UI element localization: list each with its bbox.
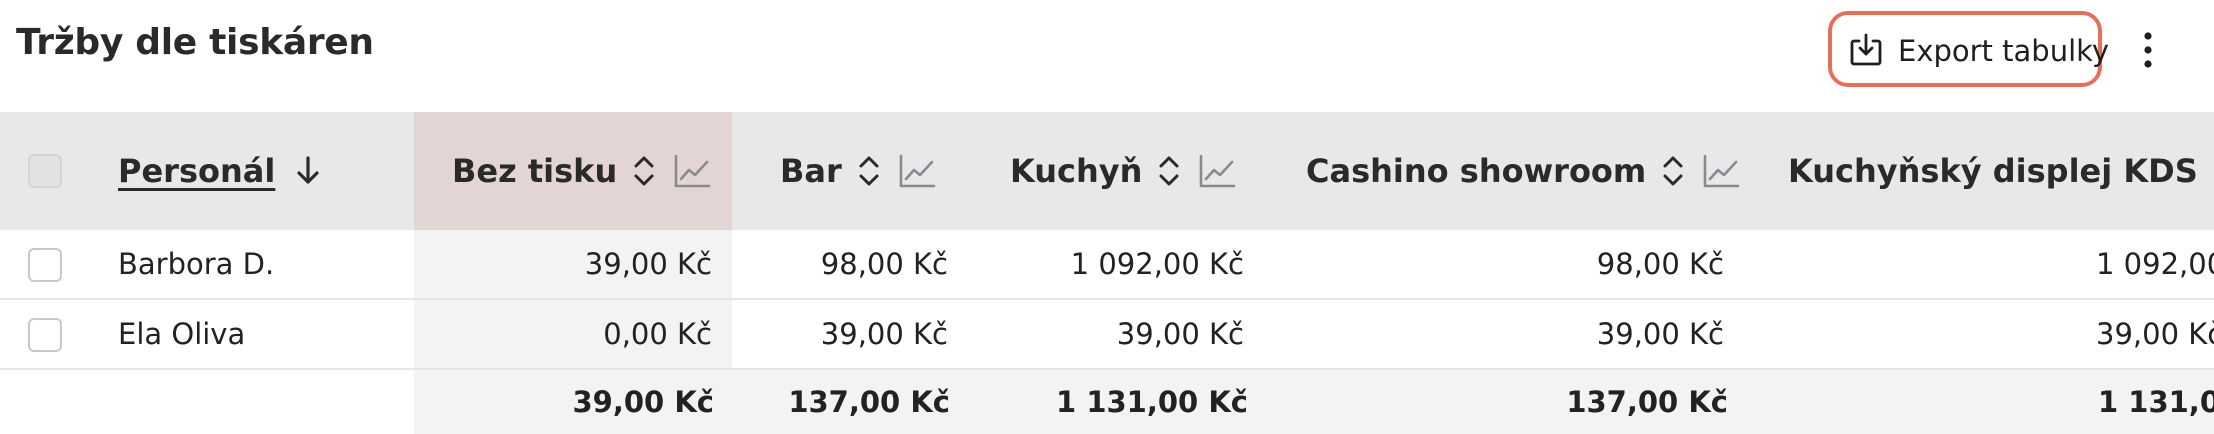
row-checkbox[interactable] — [28, 318, 62, 352]
cell-cashino-showroom: 98,00 Kč — [1596, 247, 1724, 281]
column-header-kds[interactable]: Kuchyňský displej KDS — [1788, 112, 2214, 230]
page-header: Tržby dle tiskáren Export tabulky — [0, 0, 2214, 112]
cell-bez-tisku: 39,00 Kč — [584, 247, 712, 281]
cell-personal: Barbora D. — [118, 247, 275, 281]
table-row[interactable]: Barbora D. 39,00 Kč 98,00 Kč 1 092,00 Kč… — [0, 230, 2214, 300]
column-label: Personál — [118, 152, 276, 190]
sort-up-down-icon — [1159, 156, 1179, 186]
total-kuchyn: 1 131,00 Kč — [1056, 385, 1248, 419]
sort-up-down-icon — [1663, 156, 1683, 186]
column-label: Cashino showroom — [1306, 152, 1647, 190]
cell-personal: Ela Oliva — [118, 317, 246, 351]
cell-kuchyn: 39,00 Kč — [1116, 317, 1244, 351]
cell-bez-tisku: 0,00 Kč — [603, 317, 712, 351]
download-tray-icon — [1850, 33, 1882, 66]
cell-kds: 39,00 Kč — [2096, 317, 2214, 351]
export-table-label: Export tabulky — [1898, 34, 2110, 68]
total-kds: 1 131,00 Kč — [2098, 385, 2214, 419]
column-label: Kuchyňský displej KDS — [1788, 152, 2198, 190]
line-chart-icon[interactable] — [673, 153, 711, 189]
vertical-dots-icon[interactable] — [2130, 24, 2166, 76]
table-header: Personál Bez tisku Bar Kuchyň Cashino sh… — [0, 112, 2214, 230]
sort-up-down-icon — [859, 156, 879, 186]
page-title: Tržby dle tiskáren — [16, 22, 374, 63]
column-header-bar[interactable]: Bar — [780, 112, 936, 230]
sort-up-down-icon — [634, 156, 654, 186]
cell-bar: 98,00 Kč — [820, 247, 948, 281]
column-header-cashino-showroom[interactable]: Cashino showroom — [1306, 112, 1740, 230]
column-header-kuchyn[interactable]: Kuchyň — [1010, 112, 1236, 230]
table-row[interactable]: Ela Oliva 0,00 Kč 39,00 Kč 39,00 Kč 39,0… — [0, 300, 2214, 370]
cell-bar: 39,00 Kč — [820, 317, 948, 351]
column-label: Bar — [780, 152, 842, 190]
column-header-personal[interactable]: Personál — [118, 112, 323, 230]
line-chart-icon[interactable] — [898, 153, 936, 189]
cell-kuchyn: 1 092,00 Kč — [1070, 247, 1244, 281]
cell-kds: 1 092,00 Kč — [2096, 247, 2214, 281]
table-totals-row: 39,00 Kč 137,00 Kč 1 131,00 Kč 137,00 Kč… — [0, 370, 2214, 434]
column-label: Kuchyň — [1010, 152, 1143, 190]
total-cashino-showroom: 137,00 Kč — [1566, 385, 1728, 419]
select-all-checkbox[interactable] — [28, 154, 62, 188]
total-bar: 137,00 Kč — [788, 385, 950, 419]
cell-cashino-showroom: 39,00 Kč — [1596, 317, 1724, 351]
column-label: Bez tisku — [452, 152, 618, 190]
total-bez-tisku: 39,00 Kč — [572, 385, 715, 419]
arrow-down-icon — [297, 156, 319, 184]
column-header-bez-tisku[interactable]: Bez tisku — [452, 112, 711, 230]
row-checkbox[interactable] — [28, 248, 62, 282]
line-chart-icon[interactable] — [1702, 153, 1740, 189]
line-chart-icon[interactable] — [1198, 153, 1236, 189]
export-table-button[interactable]: Export tabulky — [1828, 11, 2109, 87]
